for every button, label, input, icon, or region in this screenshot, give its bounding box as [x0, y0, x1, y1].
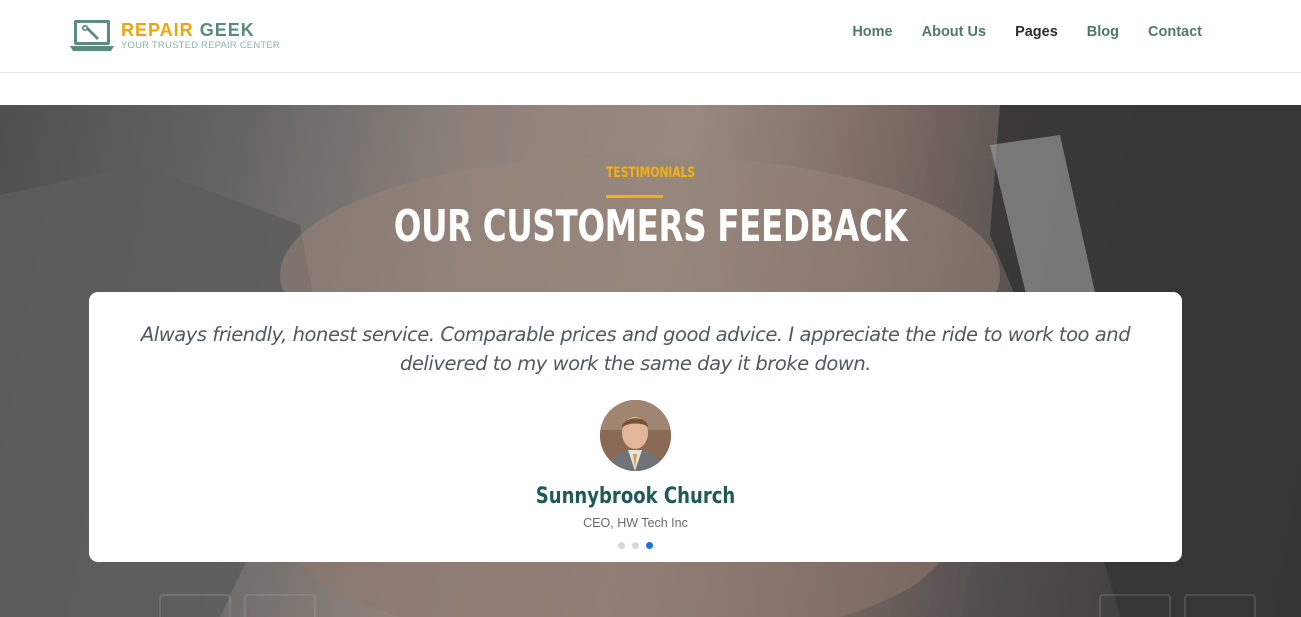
- nav-contact[interactable]: Contact: [1148, 22, 1202, 42]
- kicker-underline: [606, 195, 663, 198]
- testimonial-author-name: Sunnybrook Church: [535, 484, 736, 509]
- carousel-dot-1[interactable]: [618, 542, 625, 549]
- site-logo[interactable]: REPAIR GEEK YOUR TRUSTED REPAIR CENTER: [70, 18, 280, 54]
- site-header: REPAIR GEEK YOUR TRUSTED REPAIR CENTER H…: [0, 0, 1301, 73]
- laptop-wrench-icon: [70, 19, 114, 53]
- section-title: OUR CUSTOMERS FEEDBACK: [393, 201, 908, 252]
- testimonial-card: Always friendly, honest service. Compara…: [89, 292, 1182, 562]
- carousel-dot-2[interactable]: [632, 542, 639, 549]
- brand-tagline: YOUR TRUSTED REPAIR CENTER: [121, 40, 280, 51]
- testimonial-author-role: CEO, HW Tech Inc: [583, 516, 688, 530]
- nav-home[interactable]: Home: [852, 22, 892, 42]
- nav-about-us[interactable]: About Us: [922, 22, 986, 42]
- testimonials-section: TESTIMONIALS OUR CUSTOMERS FEEDBACK Alwa…: [0, 105, 1301, 617]
- brand-word-2: GEEK: [199, 20, 255, 40]
- nav-blog[interactable]: Blog: [1087, 22, 1119, 42]
- testimonial-quote: Always friendly, honest service. Compara…: [140, 323, 1131, 375]
- carousel-dots: [618, 542, 653, 549]
- section-kicker: TESTIMONIALS: [605, 165, 696, 181]
- avatar: [600, 400, 671, 471]
- main-nav: Home About Us Pages Blog Contact: [823, 22, 1202, 42]
- brand-word-1: REPAIR: [121, 20, 194, 40]
- brand-name: REPAIR GEEK: [121, 20, 280, 40]
- carousel-dot-3[interactable]: [646, 542, 653, 549]
- nav-pages[interactable]: Pages: [1015, 22, 1058, 42]
